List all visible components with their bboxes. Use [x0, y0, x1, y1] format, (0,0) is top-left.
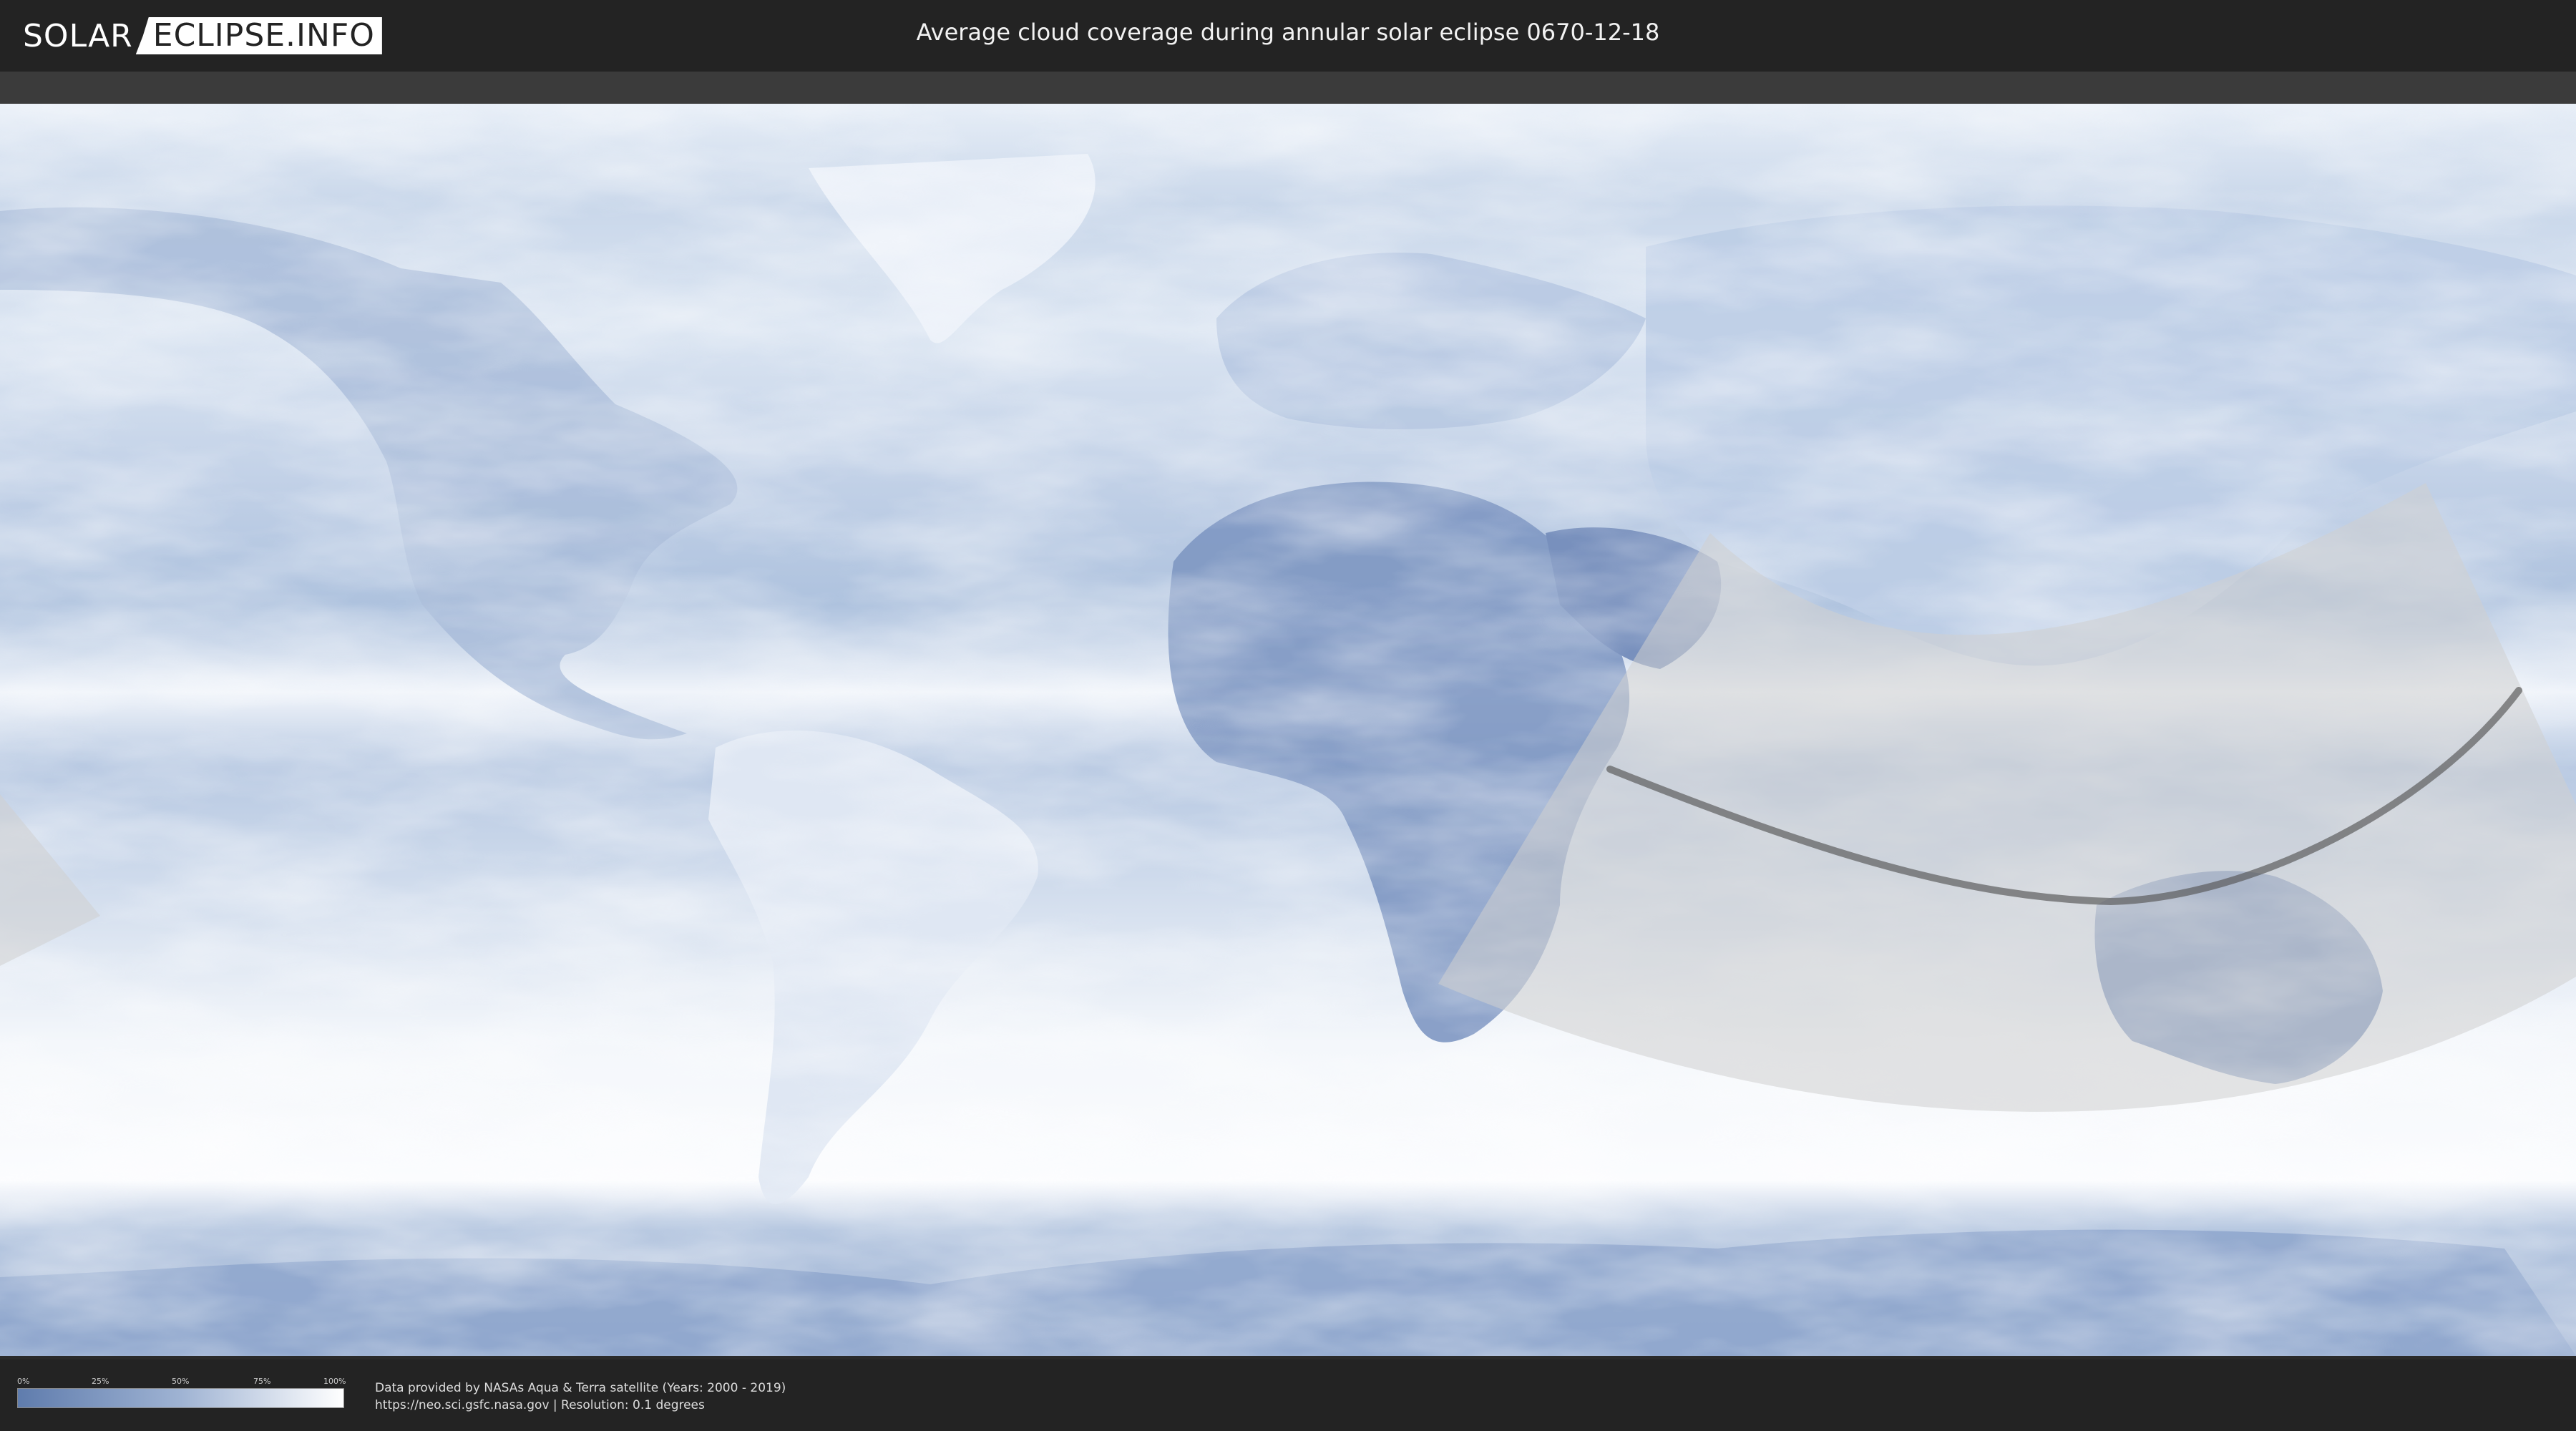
page-title: Average cloud coverage during annular so… — [916, 19, 1660, 46]
cloud-coverage-map[interactable] — [0, 104, 2576, 1356]
legend-tick-0: 0% — [17, 1377, 30, 1386]
map-top-band — [0, 72, 2576, 104]
legend-tick-75: 75% — [253, 1377, 271, 1386]
cloud-coverage-legend: 0% 25% 50% 75% 100% — [17, 1377, 346, 1408]
credit-line-source: Data provided by NASAs Aqua & Terra sate… — [375, 1381, 786, 1395]
legend-tick-50: 50% — [172, 1377, 190, 1386]
credit-line-url[interactable]: https://neo.sci.gsfc.nasa.gov | Resoluti… — [375, 1397, 786, 1414]
footer-bar: 0% 25% 50% 75% 100% Data provided by NAS… — [0, 1359, 2576, 1431]
legend-tick-100: 100% — [323, 1377, 346, 1386]
data-credits: Data provided by NASAs Aqua & Terra sate… — [375, 1379, 786, 1414]
legend-tick-25: 25% — [92, 1377, 109, 1386]
legend-ticks: 0% 25% 50% 75% 100% — [17, 1377, 346, 1388]
header-bar: SOLAR ECLIPSE.INFO Average cloud coverag… — [0, 0, 2576, 72]
legend-gradient-bar — [17, 1388, 344, 1408]
